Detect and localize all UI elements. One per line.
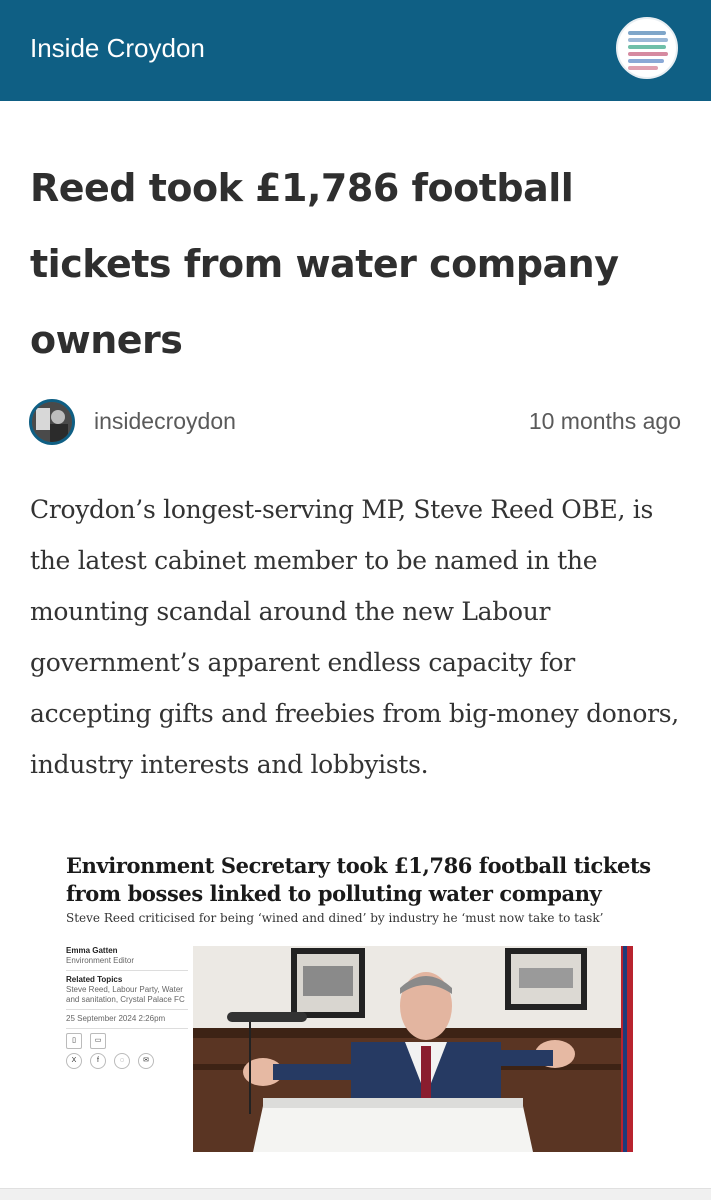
whatsapp-icon: ◌ [114, 1053, 130, 1069]
site-title[interactable]: Inside Croydon [30, 33, 205, 64]
author-name[interactable]: insidecroydon [94, 408, 236, 435]
article-headline: Reed took £1,786 football tickets from w… [30, 166, 619, 362]
embedded-meta: Emma Gatten Environment Editor Related T… [66, 946, 188, 1069]
comment-icon: ▭ [90, 1033, 106, 1049]
byline-name: Emma Gatten [66, 946, 118, 955]
facebook-icon: f [90, 1053, 106, 1069]
site-logo-icon[interactable] [616, 17, 678, 79]
bookmark-icon: ▯ [66, 1033, 82, 1049]
email-icon: ✉ [138, 1053, 154, 1069]
embedded-photo [193, 946, 633, 1152]
article-lede: Croydon’s longest-serving MP, Steve Reed… [30, 495, 679, 779]
top-bar: Inside Croydon [0, 0, 711, 101]
embedded-headline: Environment Secretary took £1,786 footba… [66, 853, 651, 906]
related-label: Related Topics [66, 975, 123, 984]
embedded-subtitle: Steve Reed criticised for being ‘wined a… [66, 911, 604, 925]
bottom-divider [0, 1188, 711, 1200]
embedded-date: 25 September 2024 2:26pm [66, 1014, 166, 1023]
x-icon: X [66, 1053, 82, 1069]
post-time: 10 months ago [528, 408, 681, 434]
related-topics: Steve Reed, Labour Party, Water and sani… [66, 985, 185, 1004]
byline-role: Environment Editor [66, 956, 135, 965]
author-avatar[interactable] [29, 399, 75, 445]
